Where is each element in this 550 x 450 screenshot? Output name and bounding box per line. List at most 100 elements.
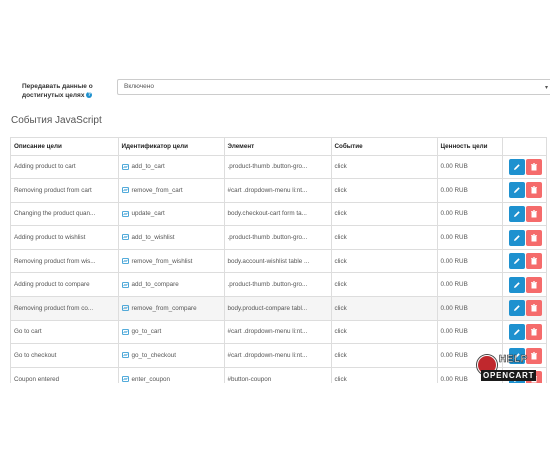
delete-button[interactable] (525, 253, 542, 270)
goal-id-icon (121, 187, 132, 194)
delete-button[interactable] (525, 205, 542, 222)
table-row: Adding product to wishlist add_to_wishlis… (11, 225, 546, 250)
events-table-wrap: Описание цели Идентификатор цели Элемент… (10, 137, 547, 383)
goal-element: body.checkout-cart form ta... (224, 202, 332, 227)
edit-button[interactable] (508, 323, 525, 340)
edit-button[interactable] (508, 276, 525, 293)
edit-button[interactable] (508, 205, 525, 222)
column-header[interactable]: Событие (331, 138, 438, 156)
goal-value: 0.00 RUB (437, 155, 503, 180)
goal-description: Adding product to cart (11, 155, 119, 180)
goal-id-cell: add_to_cart (118, 155, 225, 180)
column-header[interactable]: Идентификатор цели (118, 138, 225, 156)
goal-event: click (331, 249, 438, 274)
delete-button[interactable] (525, 182, 542, 199)
goal-element: .product-thumb .button-gro... (224, 155, 332, 180)
goal-id: add_to_compare (131, 281, 179, 289)
actions-cell (502, 320, 546, 345)
goal-tracking-select-value: Включено (124, 83, 154, 90)
goal-id-icon (121, 352, 132, 359)
table-row: Changing the product quan... update_cart b… (11, 202, 546, 227)
setting-row: Передавать данные о достигнутых целях ? … (10, 76, 550, 102)
edit-button[interactable] (508, 253, 525, 270)
table-row: Removing product from wis... remove_from_… (11, 249, 546, 274)
goal-event: click (331, 202, 438, 227)
goal-id-cell: remove_from_cart (118, 178, 225, 203)
goal-event: click (331, 367, 438, 383)
goal-element: body.account-wishlist table ... (224, 249, 332, 274)
goal-value: 0.00 RUB (437, 178, 503, 203)
goal-element: .product-thumb .button-gro... (224, 272, 332, 298)
table-row: Adding product to compare add_to_compare.… (11, 272, 546, 298)
table-header-row: Описание цели Идентификатор цели Элемент… (11, 138, 546, 156)
logo-help-text: HELP (499, 354, 528, 366)
goal-id-icon (121, 328, 132, 335)
goal-id: remove_from_wishlist (131, 257, 193, 265)
actions-cell (502, 178, 546, 203)
goal-id-icon (121, 258, 132, 265)
goal-event: click (331, 320, 438, 345)
goal-id: remove_from_compare (131, 304, 197, 312)
goal-value: 0.00 RUB (437, 296, 503, 321)
column-header (502, 138, 546, 156)
table-row: Go to checkout go_to_checkout #cart .dropd… (11, 343, 546, 368)
goal-id: go_to_cart (131, 328, 162, 336)
goal-value: 0.00 RUB (437, 272, 503, 298)
goal-description: Removing product from co... (11, 296, 119, 321)
column-header[interactable]: Ценность цели (437, 138, 503, 156)
table-row: Removing product from cart remove_from_ca… (11, 178, 546, 203)
goal-value: 0.00 RUB (437, 225, 503, 250)
actions-cell (502, 249, 546, 274)
goal-id-cell: remove_from_wishlist (118, 249, 225, 274)
goal-id: add_to_cart (131, 163, 165, 171)
actions-cell (502, 202, 546, 227)
actions-cell (502, 272, 546, 298)
edit-button[interactable] (508, 300, 525, 317)
actions-cell (502, 155, 546, 180)
goal-id-cell: go_to_checkout (118, 343, 225, 368)
goal-id-cell: go_to_cart (118, 320, 225, 345)
delete-button[interactable] (525, 276, 542, 293)
edit-button[interactable] (508, 182, 525, 199)
goal-id: remove_from_cart (131, 186, 183, 194)
delete-button[interactable] (525, 300, 542, 317)
setting-label-text: Передавать данные о достигнутых целях (22, 83, 93, 99)
goal-id-icon (121, 305, 132, 312)
edit-button[interactable] (508, 158, 525, 175)
events-table: Описание цели Идентификатор цели Элемент… (11, 138, 546, 383)
setting-label: Передавать данные о достигнутых целях ? (22, 82, 110, 100)
goal-element: .product-thumb .button-gro... (224, 225, 332, 250)
goal-description: Adding product to wishlist (11, 225, 119, 250)
goal-id-icon (121, 234, 132, 241)
goal-id-cell: update_cart (118, 202, 225, 227)
goal-event: click (331, 296, 438, 321)
goal-tracking-select[interactable]: Включено ▾ (117, 79, 550, 95)
goal-event: click (331, 272, 438, 298)
goal-id-icon (121, 281, 132, 288)
goal-description: Coupon entered (11, 367, 119, 383)
actions-cell (502, 296, 546, 321)
delete-button[interactable] (525, 323, 542, 340)
goal-id: enter_coupon (131, 375, 171, 383)
goal-id-icon (121, 376, 132, 383)
table-row: Coupon entered enter_coupon #button-coupon… (11, 367, 546, 383)
delete-button[interactable] (525, 229, 542, 246)
column-header[interactable]: Элемент (224, 138, 332, 156)
table-row: Adding product to cart add_to_cart .produc… (11, 155, 546, 180)
goal-event: click (331, 343, 438, 368)
delete-button[interactable] (525, 158, 542, 175)
goal-id: add_to_wishlist (131, 234, 175, 242)
actions-cell (502, 225, 546, 250)
edit-button[interactable] (508, 229, 525, 246)
goal-id-icon (121, 210, 132, 217)
goal-description: Go to checkout (11, 343, 119, 368)
logo-opencart-text: OPENCART (481, 370, 537, 381)
goal-id: go_to_checkout (131, 352, 176, 360)
help-opencart-logo: HELP OPENCART (477, 353, 543, 385)
goal-description: Changing the product quan... (11, 202, 119, 227)
help-icon[interactable]: ? (86, 92, 93, 99)
column-header[interactable]: Описание цели (11, 138, 119, 156)
goal-value: 0.00 RUB (437, 249, 503, 274)
goal-value: 0.00 RUB (437, 320, 503, 345)
goal-event: click (331, 178, 438, 203)
